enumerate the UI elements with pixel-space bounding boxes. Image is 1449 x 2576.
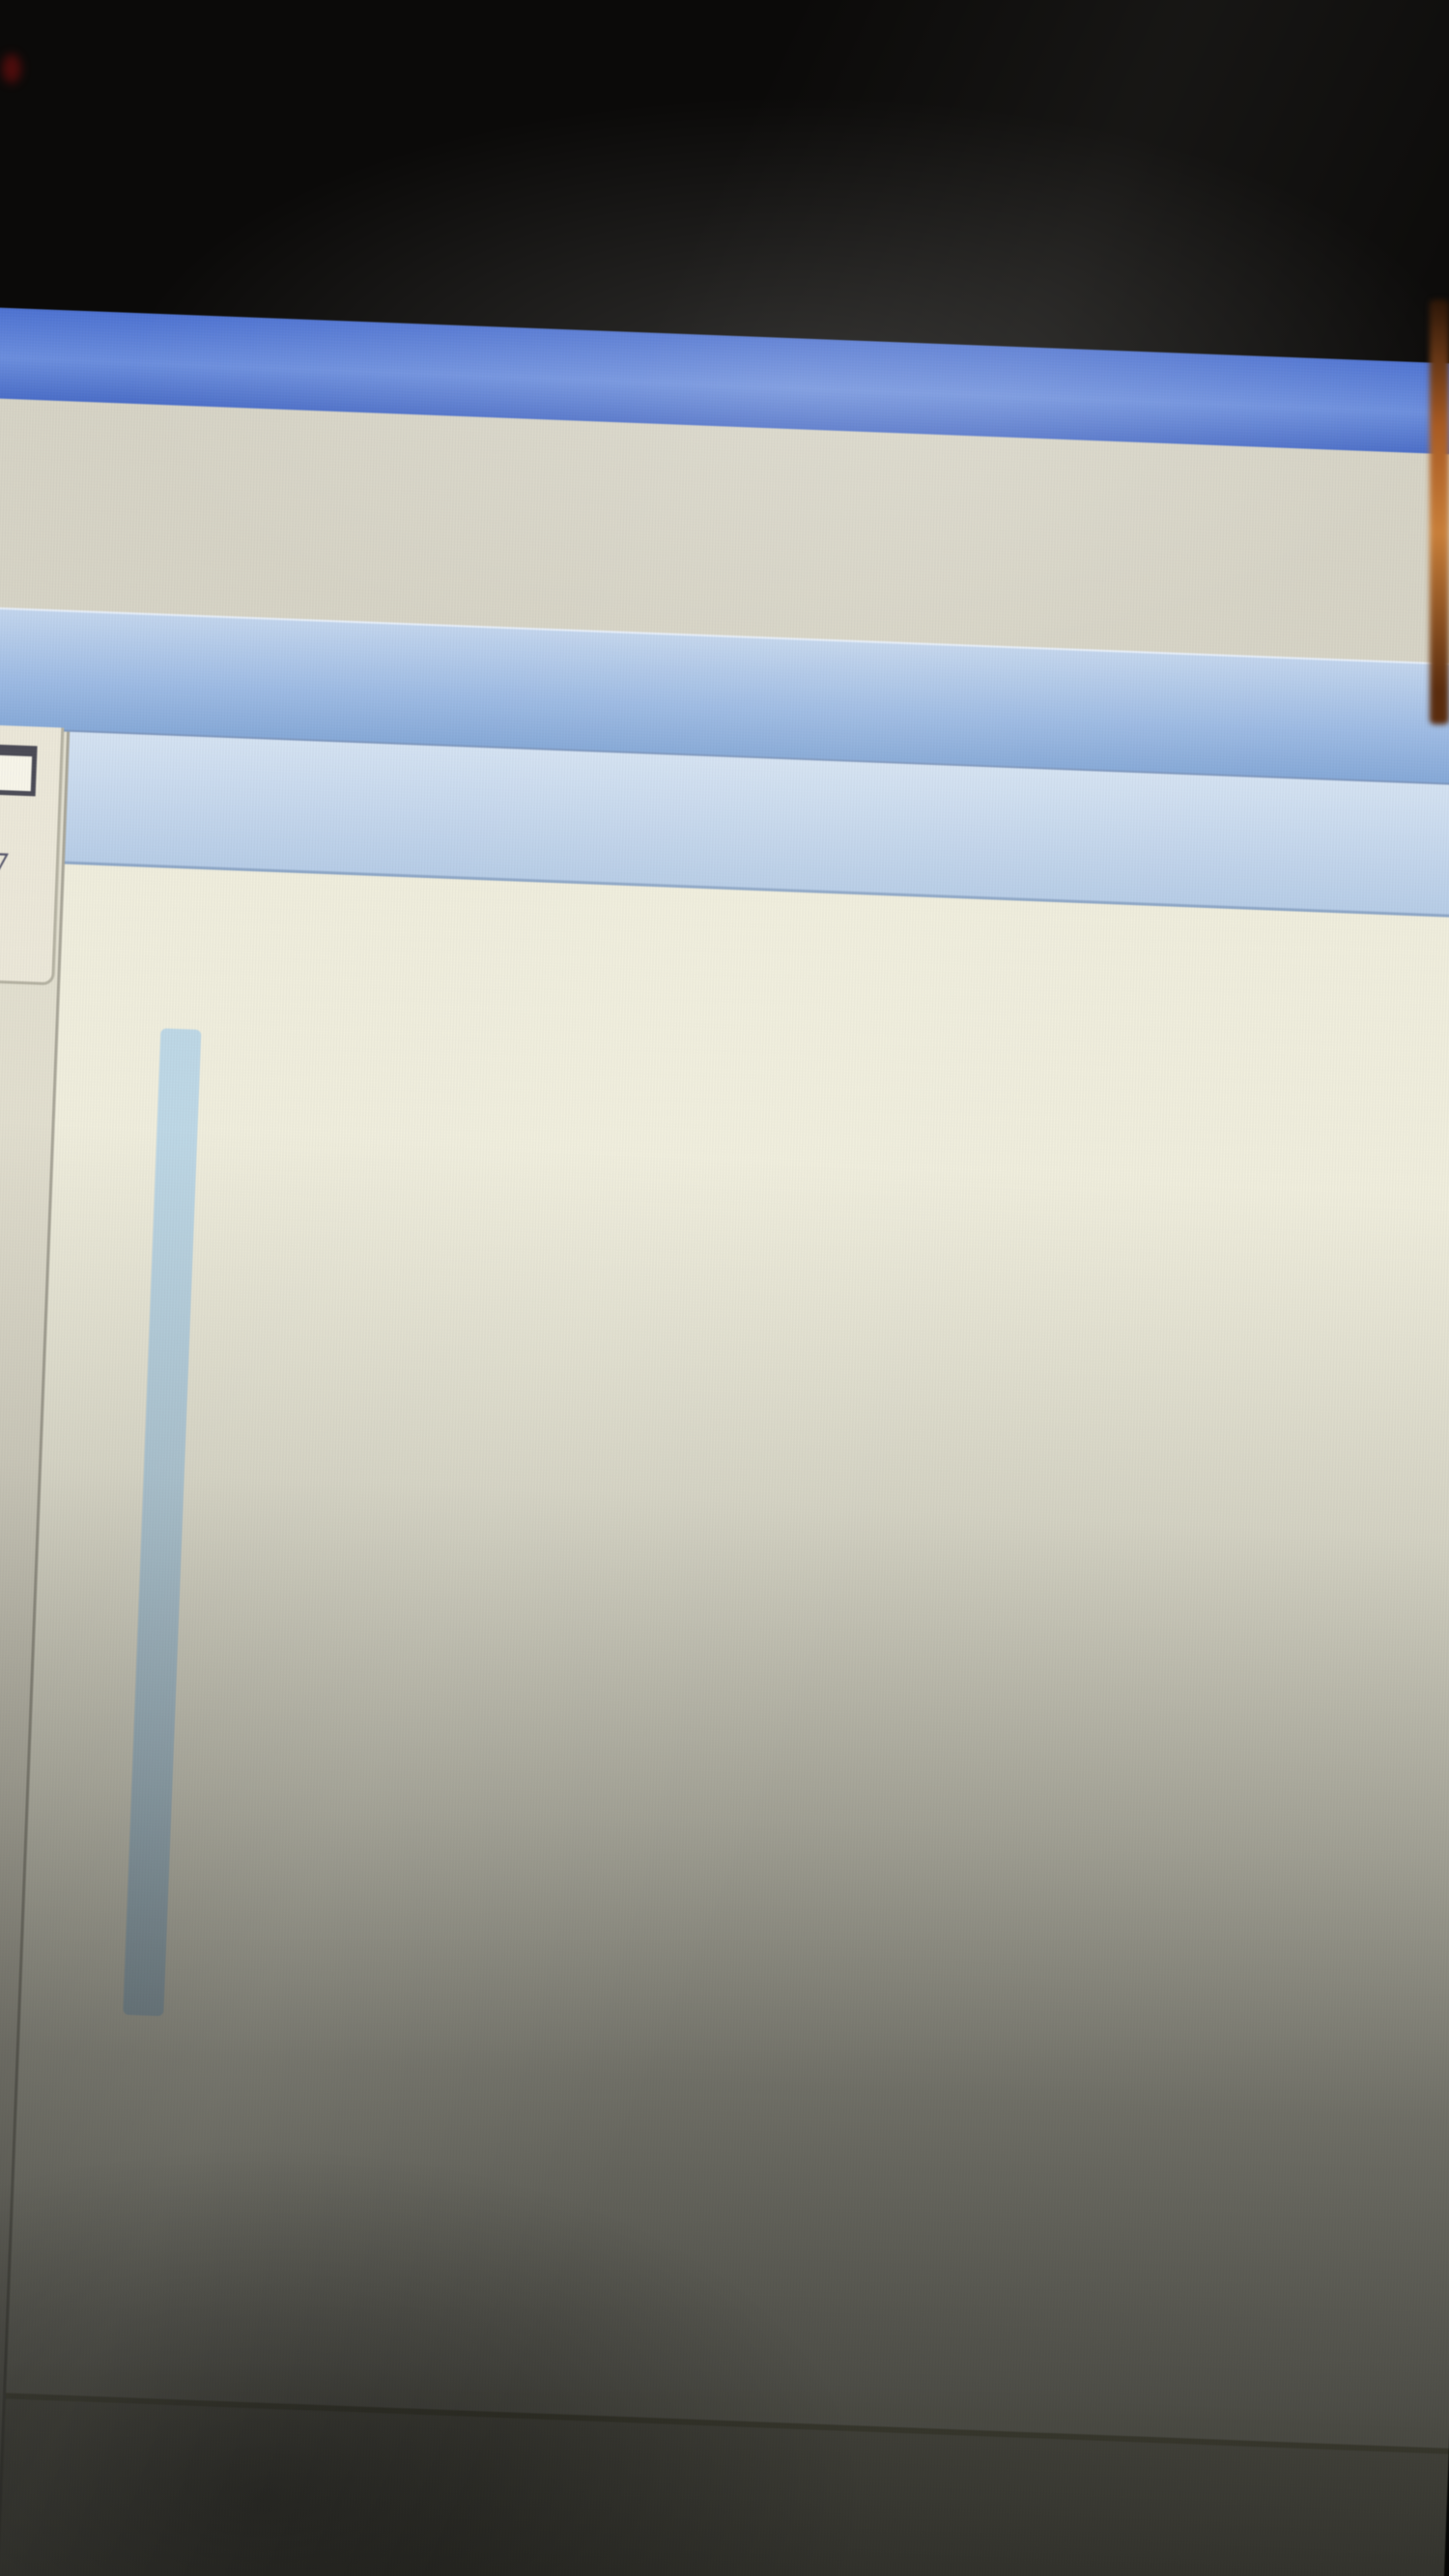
code-editor[interactable] <box>0 863 1449 2576</box>
bezel-gap-reflection <box>1430 299 1449 724</box>
view-menu-icon[interactable]: ▽ <box>0 842 57 890</box>
photo-frame: ▽ <box>0 0 1449 2576</box>
annotation-bar <box>123 1028 202 2017</box>
restore-view-icon[interactable] <box>0 744 38 797</box>
eclipse-window: ▽ <box>0 307 1449 2576</box>
bezel-reflection <box>2 54 21 83</box>
editor-area <box>0 731 1449 2576</box>
view-header: ▽ <box>0 723 65 986</box>
workbench: ▽ <box>0 723 1449 2576</box>
